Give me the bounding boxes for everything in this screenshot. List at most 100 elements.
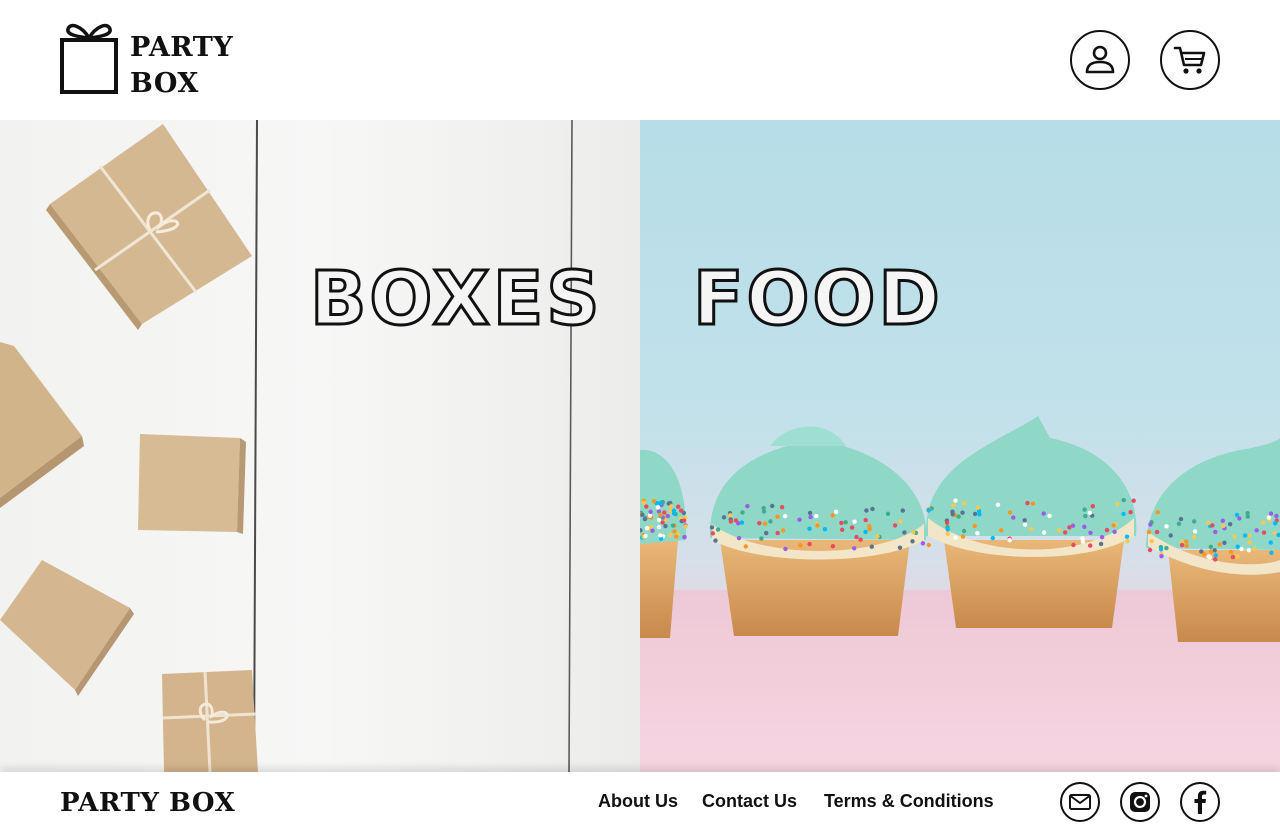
sprinkle — [900, 508, 905, 513]
sprinkle — [854, 534, 859, 540]
sprinkle — [647, 513, 653, 518]
footer-link-contact-us[interactable]: Contact Us — [702, 790, 797, 812]
sprinkle — [1111, 523, 1116, 528]
sprinkle — [995, 502, 1001, 507]
sprinkle — [1208, 544, 1213, 549]
sprinkle — [1213, 557, 1218, 562]
sprinkle — [1245, 514, 1250, 519]
sprinkle — [797, 517, 802, 522]
sprinkle — [1235, 544, 1240, 549]
sprinkle — [682, 534, 687, 540]
sprinkle — [1147, 547, 1153, 553]
boxes-background-image — [0, 120, 640, 772]
logo[interactable]: PARTY BOX — [60, 20, 240, 99]
sprinkle — [1125, 538, 1130, 544]
logo-line-1: PARTY — [130, 32, 234, 63]
sprinkle — [1268, 540, 1273, 545]
mail-button[interactable] — [1060, 782, 1100, 822]
sprinkle — [1154, 529, 1160, 535]
sprinkle — [840, 527, 845, 532]
sprinkle — [998, 528, 1004, 533]
sprinkle — [683, 524, 688, 529]
sprinkle — [670, 523, 676, 528]
sprinkle — [710, 531, 715, 536]
sprinkle — [1080, 539, 1086, 544]
sprinkle — [870, 506, 875, 512]
mail-icon — [1069, 794, 1091, 810]
sprinkle — [757, 521, 762, 526]
sprinkle — [1115, 502, 1120, 507]
sprinkle — [733, 518, 739, 523]
sprinkle — [1011, 515, 1016, 520]
sprinkle — [975, 531, 980, 536]
sprinkle — [1088, 530, 1093, 535]
sprinkle — [759, 536, 764, 541]
sprinkle — [656, 525, 662, 530]
sprinkle — [1159, 554, 1164, 559]
instagram-button[interactable] — [1120, 782, 1160, 822]
sprinkle — [736, 535, 742, 541]
sprinkle — [1029, 526, 1034, 532]
sprinkle — [869, 544, 874, 549]
sprinkle — [1041, 511, 1046, 516]
site-footer: PARTY BOX About Us Contact Us Terms & Co… — [0, 772, 1280, 832]
sprinkle — [950, 512, 955, 517]
sprinkle — [1022, 522, 1028, 527]
sprinkle — [1269, 550, 1274, 555]
sprinkle — [1208, 549, 1214, 554]
sprinkle — [1192, 529, 1198, 534]
sprinkle — [728, 519, 734, 524]
logo-text: PARTY BOX — [130, 30, 240, 102]
boxes-category-tile[interactable]: BOXES — [0, 120, 640, 772]
sprinkle — [779, 505, 785, 510]
sprinkle — [1234, 512, 1240, 518]
footer-brand: PARTY BOX — [60, 788, 236, 818]
sprinkle — [951, 503, 956, 508]
sprinkle — [658, 500, 663, 506]
sprinkle — [852, 546, 857, 551]
user-icon — [1085, 45, 1115, 74]
sprinkle — [867, 527, 872, 532]
sprinkle — [839, 520, 844, 526]
shopping-cart-icon — [1173, 46, 1206, 74]
food-category-tile[interactable]: FOOD — [640, 120, 1280, 772]
facebook-button[interactable] — [1180, 782, 1220, 822]
sprinkle — [864, 508, 869, 513]
sprinkle — [798, 543, 803, 548]
sprinkle — [822, 527, 828, 532]
sprinkle — [709, 525, 715, 530]
sprinkle — [1232, 534, 1237, 539]
sprinkle — [1128, 510, 1133, 515]
sprinkle — [775, 530, 780, 536]
account-button[interactable] — [1070, 30, 1130, 90]
sprinkle — [1235, 554, 1240, 559]
sprinkle — [1228, 549, 1234, 555]
cart-button[interactable] — [1160, 30, 1220, 90]
sprinkle — [830, 544, 836, 549]
sprinkle — [990, 535, 995, 541]
sprinkle — [875, 534, 880, 539]
sprinkle — [644, 526, 650, 531]
sprinkle — [1155, 510, 1160, 515]
sprinkle — [676, 504, 681, 509]
sprinkle — [1210, 523, 1215, 528]
sprinkle — [1149, 539, 1154, 544]
facebook-icon — [1194, 790, 1207, 814]
sprinkle — [672, 529, 677, 534]
sprinkle — [902, 530, 907, 535]
footer-link-terms-conditions[interactable]: Terms & Conditions — [824, 790, 994, 812]
sprinkle — [972, 523, 977, 529]
sprinkle — [1124, 534, 1130, 539]
sprinkle — [662, 510, 667, 515]
sprinkle — [641, 500, 646, 505]
sprinkle — [1230, 554, 1236, 560]
sprinkle — [648, 509, 653, 514]
sprinkle — [643, 533, 648, 539]
sprinkle — [1041, 530, 1047, 535]
sprinkle — [1176, 521, 1182, 526]
sprinkle — [713, 538, 718, 543]
sprinkle — [668, 532, 673, 537]
footer-link-about-us[interactable]: About Us — [598, 790, 678, 812]
sprinkle — [1168, 533, 1173, 538]
sprinkle — [953, 498, 958, 503]
